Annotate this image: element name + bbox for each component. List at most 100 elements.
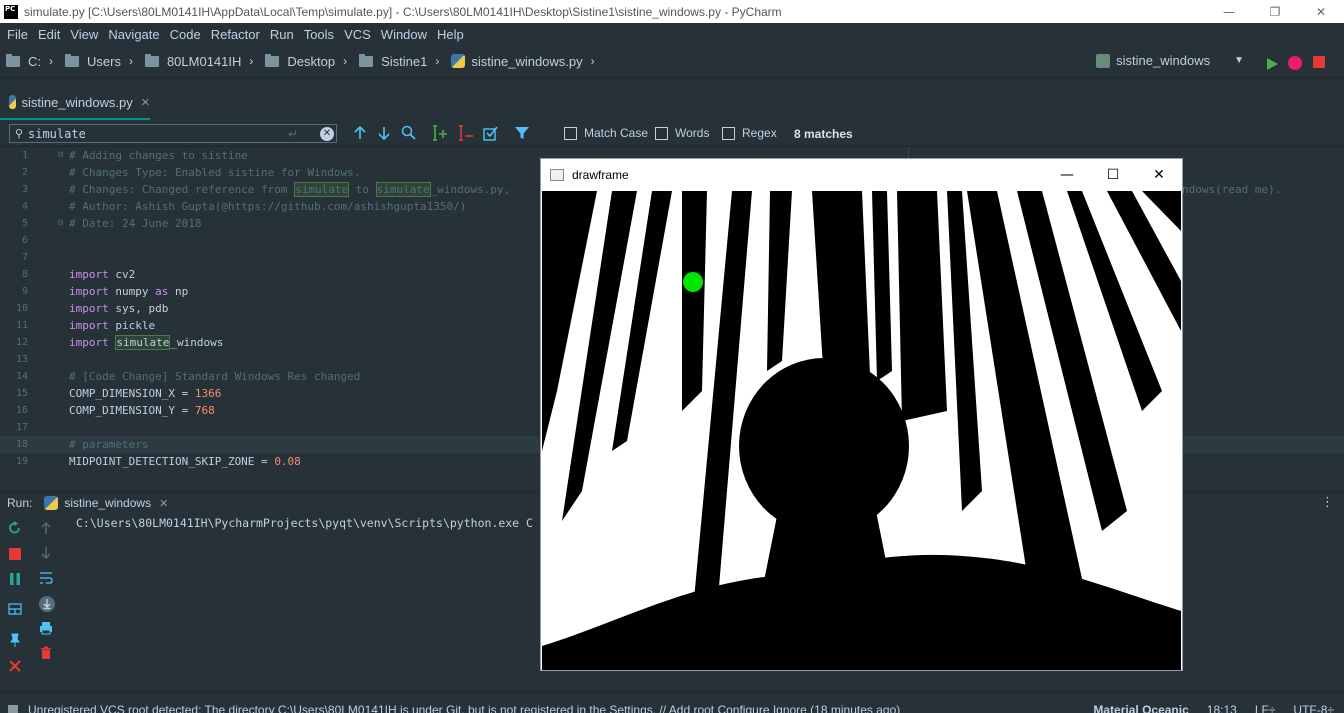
find-in-path-icon[interactable] bbox=[401, 125, 417, 141]
line-number: 15 bbox=[15, 388, 28, 399]
breadcrumb-users[interactable]: Users › bbox=[65, 53, 139, 69]
threshold-camera-frame bbox=[542, 191, 1181, 670]
drawframe-window[interactable]: drawframe — ☐ ✕ bbox=[540, 158, 1183, 671]
breadcrumb-drive[interactable]: C: › bbox=[6, 53, 59, 69]
breadcrumb-file[interactable]: sistine_windows.py › bbox=[451, 54, 600, 69]
stop-run-icon[interactable] bbox=[8, 547, 22, 561]
drawframe-title: drawframe bbox=[572, 168, 629, 182]
event-log-icon[interactable] bbox=[8, 705, 18, 713]
checkbox-box[interactable] bbox=[564, 126, 577, 140]
match-count: 8 matches bbox=[794, 127, 853, 141]
previous-occurrence-icon[interactable] bbox=[353, 125, 367, 141]
breadcrumb-label: Users bbox=[87, 53, 121, 69]
menu-file[interactable]: File bbox=[2, 27, 33, 42]
python-config-icon bbox=[1096, 53, 1111, 68]
pin-icon[interactable] bbox=[8, 633, 22, 647]
editor-tab-sistine-windows[interactable]: sistine_windows.py ✕ bbox=[0, 86, 150, 120]
tab-label: sistine_windows.py bbox=[21, 94, 133, 110]
close-run-tab-icon[interactable]: ✕ bbox=[159, 497, 168, 510]
chevron-right-icon: › bbox=[49, 54, 53, 68]
drawframe-close-button[interactable]: ✕ bbox=[1136, 167, 1182, 183]
theme-indicator[interactable]: Material Oceanic bbox=[1093, 703, 1188, 713]
filter-icon[interactable] bbox=[514, 125, 530, 141]
chevron-right-icon: › bbox=[590, 54, 595, 68]
more-options-icon[interactable]: ⋮ bbox=[1321, 495, 1334, 510]
scroll-up-icon[interactable] bbox=[39, 521, 53, 535]
search-input[interactable] bbox=[28, 126, 278, 141]
menu-vcs[interactable]: VCS bbox=[339, 27, 376, 42]
code-text: COMP_DIMENSION_Y = 768 bbox=[69, 404, 215, 417]
restore-button[interactable]: ❐ bbox=[1252, 0, 1298, 23]
line-number: 6 bbox=[21, 235, 28, 246]
search-field[interactable]: ⚲ ↵ ✕ bbox=[9, 124, 337, 143]
match-case-checkbox[interactable]: Match Case bbox=[564, 126, 648, 140]
drawframe-minimize-button[interactable]: — bbox=[1044, 167, 1090, 183]
line-number: 19 bbox=[15, 456, 28, 467]
navigation-bar: C: › Users › 80LM0141IH › Desktop › Sistine1… bbox=[0, 45, 1344, 78]
next-occurrence-icon[interactable] bbox=[377, 125, 391, 141]
line-separator-selector[interactable]: LF÷ bbox=[1255, 703, 1276, 713]
pause-icon[interactable] bbox=[8, 572, 22, 586]
search-icon[interactable]: ⚲ bbox=[10, 127, 28, 140]
print-icon[interactable] bbox=[39, 621, 53, 635]
minimize-button[interactable]: — bbox=[1206, 0, 1252, 23]
breadcrumb-label: Sistine1 bbox=[381, 53, 428, 69]
run-tab-sistine-windows[interactable]: sistine_windows ✕ bbox=[44, 496, 168, 510]
new-line-icon[interactable]: ↵ bbox=[288, 127, 298, 141]
breadcrumb-sistine1[interactable]: Sistine1 › bbox=[359, 53, 445, 69]
folder-icon bbox=[144, 53, 159, 67]
run-tab-label: sistine_windows bbox=[64, 496, 152, 510]
soft-wrap-icon[interactable] bbox=[39, 571, 53, 585]
close-tab-icon[interactable]: ✕ bbox=[141, 96, 150, 109]
menu-help[interactable]: Help bbox=[432, 27, 469, 42]
chevron-right-icon: › bbox=[249, 54, 254, 68]
menu-run[interactable]: Run bbox=[265, 27, 299, 42]
drawframe-maximize-button[interactable]: ☐ bbox=[1090, 167, 1136, 183]
line-number: 5 bbox=[21, 218, 28, 229]
checkbox-box[interactable] bbox=[655, 126, 668, 140]
menu-view[interactable]: View bbox=[65, 27, 103, 42]
remove-occurrence-icon[interactable] bbox=[458, 125, 476, 141]
fold-marker-icon[interactable]: ⊟ bbox=[58, 215, 63, 232]
select-all-occurrences-icon[interactable] bbox=[483, 125, 499, 141]
clear-search-icon[interactable]: ✕ bbox=[320, 127, 334, 141]
line-number: 1 bbox=[21, 150, 28, 161]
menu-tools[interactable]: Tools bbox=[299, 27, 339, 42]
rerun-icon[interactable] bbox=[8, 521, 22, 535]
words-checkbox[interactable]: Words bbox=[655, 126, 709, 140]
menu-code[interactable]: Code bbox=[165, 27, 206, 42]
close-run-icon[interactable] bbox=[8, 659, 22, 673]
menu-refactor[interactable]: Refactor bbox=[206, 27, 265, 42]
trash-icon[interactable] bbox=[39, 646, 53, 660]
caret-position[interactable]: 18:13 bbox=[1207, 703, 1237, 713]
status-message[interactable]: Unregistered VCS root detected: The dire… bbox=[28, 703, 900, 713]
breadcrumb-label: Desktop bbox=[287, 53, 336, 69]
title-bar: PC simulate.py [C:\Users\80LM0141IH\AppD… bbox=[0, 0, 1344, 23]
breadcrumb-user[interactable]: 80LM0141IH › bbox=[144, 53, 259, 69]
stop-icon[interactable] bbox=[1313, 56, 1325, 68]
drawframe-title-bar[interactable]: drawframe — ☐ ✕ bbox=[541, 159, 1182, 191]
menu-bar: File Edit View Navigate Code Refactor Ru… bbox=[0, 23, 1344, 45]
code-text: import cv2 bbox=[69, 268, 136, 281]
breadcrumb-desktop[interactable]: Desktop › bbox=[265, 53, 353, 69]
fold-marker-icon[interactable]: ⊟ bbox=[58, 147, 63, 164]
app-window-icon bbox=[550, 169, 564, 181]
code-text: # Date: 24 June 2018 bbox=[69, 217, 202, 230]
run-icon[interactable] bbox=[1267, 58, 1278, 70]
layout-icon[interactable] bbox=[8, 602, 22, 616]
debug-icon[interactable] bbox=[1288, 56, 1302, 70]
chevron-right-icon: › bbox=[435, 54, 440, 68]
pycharm-window: PC simulate.py [C:\Users\80LM0141IH\AppD… bbox=[0, 0, 1344, 713]
close-button[interactable]: ✕ bbox=[1298, 0, 1344, 23]
code-text: import pickle bbox=[69, 319, 156, 332]
checkbox-box[interactable] bbox=[722, 126, 735, 140]
menu-navigate[interactable]: Navigate bbox=[103, 27, 164, 42]
scroll-down-icon[interactable] bbox=[39, 546, 53, 560]
add-occurrence-icon[interactable] bbox=[432, 125, 450, 141]
encoding-selector[interactable]: UTF-8÷ bbox=[1293, 703, 1334, 713]
menu-window[interactable]: Window bbox=[376, 27, 432, 42]
run-configuration-selector[interactable]: sistine_windows ▼ bbox=[1096, 53, 1244, 68]
scroll-to-end-icon[interactable] bbox=[39, 596, 55, 612]
regex-checkbox[interactable]: Regex bbox=[722, 126, 777, 140]
menu-edit[interactable]: Edit bbox=[33, 27, 65, 42]
